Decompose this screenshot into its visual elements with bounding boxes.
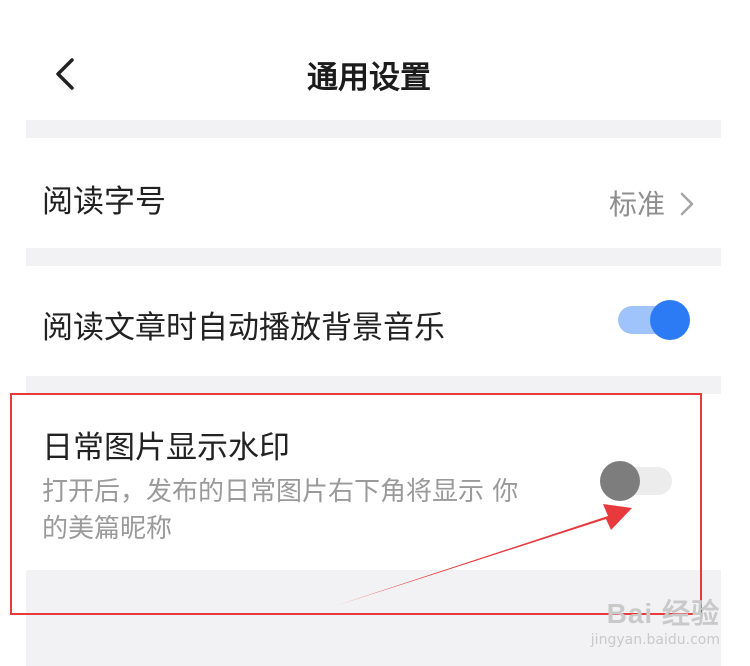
baidu-watermark: Bai 经验 jingyan.baidu.com <box>591 592 720 648</box>
watermark-brand: Bai 经验 <box>606 598 720 629</box>
arrow-annotation <box>335 504 632 606</box>
watermark-url: jingyan.baidu.com <box>590 632 720 648</box>
